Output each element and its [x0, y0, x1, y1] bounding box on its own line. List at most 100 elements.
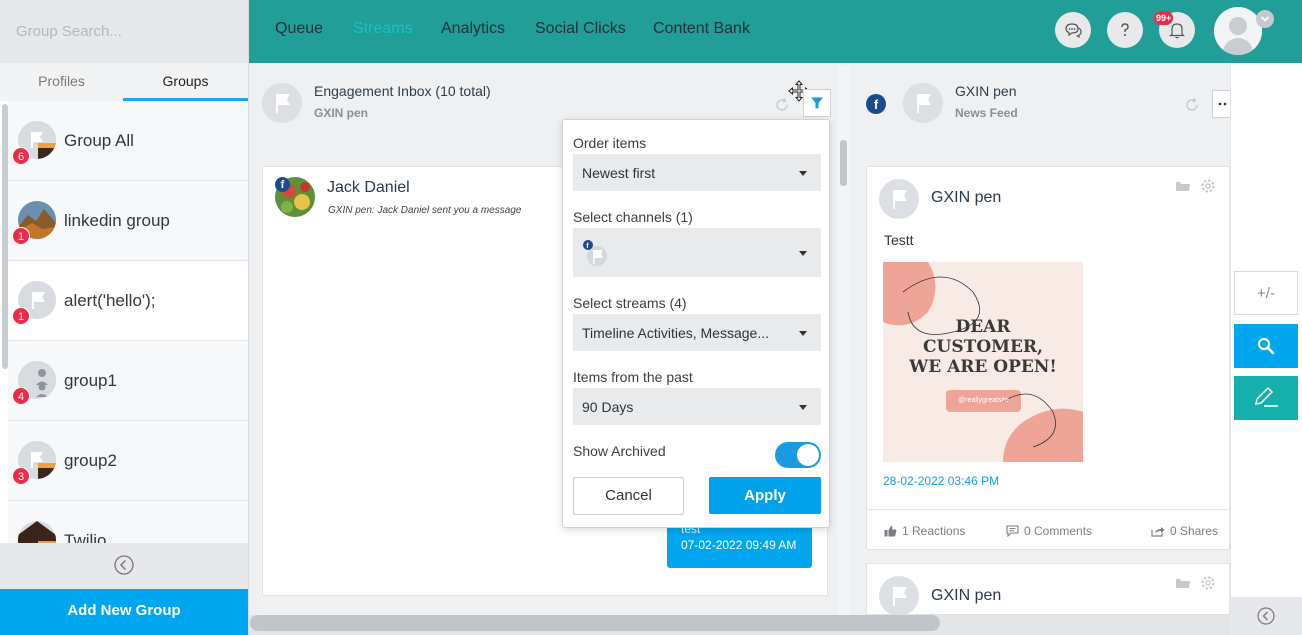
order-items-value: Newest first: [582, 164, 656, 181]
group-item-all[interactable]: 6 Group All: [8, 101, 248, 181]
group-label: Group All: [64, 131, 134, 150]
image-line-2: CUSTOMER,: [923, 337, 1043, 357]
right-strip-footer: [1230, 597, 1302, 635]
group-label: alert('hello');: [64, 291, 156, 310]
group-avatar: [18, 521, 56, 543]
group-label: group1: [64, 371, 117, 390]
caret-down-icon: [799, 170, 807, 176]
tab-profiles[interactable]: Profiles: [0, 63, 123, 101]
nav-social-clicks[interactable]: Social Clicks: [535, 20, 626, 38]
group-item-linkedin[interactable]: 1 linkedin group: [8, 181, 248, 261]
nav-queue[interactable]: Queue: [275, 20, 323, 38]
group-count-badge: 3: [12, 467, 30, 485]
group-label: linkedin group: [64, 211, 170, 230]
top-nav: Queue Streams Analytics Social Clicks Co…: [249, 0, 1302, 63]
comments-count: 0 Comments: [1024, 524, 1093, 538]
more-options-icon[interactable]: [1212, 90, 1230, 118]
pen-icon: [1255, 386, 1278, 407]
group-search-input[interactable]: Group Search...: [0, 0, 248, 63]
add-new-group-button[interactable]: Add New Group: [0, 589, 248, 635]
tab-groups[interactable]: Groups: [123, 63, 248, 101]
help-icon[interactable]: [1107, 12, 1143, 48]
group-count-badge: 1: [12, 227, 30, 245]
collapse-left-icon[interactable]: [114, 555, 134, 575]
collapse-left-icon[interactable]: [1257, 607, 1275, 625]
sender-name: Jack Daniel: [327, 179, 410, 196]
group-label: group2: [64, 451, 117, 470]
group-list: 6 Group All 1 linkedin group 1 alert('he…: [0, 101, 248, 543]
folder-icon[interactable]: [1175, 179, 1191, 193]
order-items-label: Order items: [573, 135, 647, 151]
user-avatar[interactable]: [1214, 7, 1262, 55]
post-image[interactable]: DEAR CUSTOMER, WE ARE OPEN! @reallygreat…: [883, 262, 1083, 462]
post-image-tag: @reallygreatsite: [958, 397, 1009, 404]
items-past-value: 90 Days: [582, 398, 634, 415]
chevron-down-icon[interactable]: [1256, 10, 1274, 28]
caret-down-icon: [799, 250, 807, 256]
nav-content-bank[interactable]: Content Bank: [653, 20, 750, 38]
select-channels-select[interactable]: f: [573, 228, 821, 277]
comments-button[interactable]: 0 Comments: [1006, 524, 1092, 538]
horizontal-scrollbar[interactable]: [250, 615, 940, 631]
caret-down-icon: [799, 330, 807, 336]
reactions-button[interactable]: 1 Reactions: [884, 524, 965, 538]
folder-icon[interactable]: [1175, 576, 1191, 590]
nav-streams[interactable]: Streams: [353, 20, 413, 38]
zoom-button[interactable]: +/-: [1234, 271, 1298, 315]
caret-down-icon: [799, 404, 807, 410]
group-count-badge: 1: [12, 307, 30, 325]
show-archived-toggle[interactable]: [775, 442, 821, 468]
channel-avatar: f: [582, 239, 608, 267]
settings-icon[interactable]: [1200, 178, 1216, 194]
settings-icon[interactable]: [1200, 575, 1216, 591]
group-item-group2[interactable]: 3 group2: [8, 421, 248, 501]
stream-subtitle: News Feed: [955, 106, 1018, 120]
post-author-avatar: [879, 576, 919, 616]
stream-avatar: [903, 83, 943, 123]
group-item-group1[interactable]: 4 group1: [8, 341, 248, 421]
post-text: Testt: [884, 232, 914, 248]
group-item-alert[interactable]: 1 alert('hello');: [8, 261, 248, 341]
search-icon: [1257, 337, 1275, 355]
compose-button[interactable]: [1234, 376, 1298, 420]
comment-icon: [1006, 525, 1019, 537]
select-channels-label: Select channels (1): [573, 209, 693, 225]
select-streams-label: Select streams (4): [573, 295, 687, 311]
post-image-text: DEAR CUSTOMER, WE ARE OPEN!: [883, 317, 1083, 377]
post-author: GXIN pen: [931, 189, 1002, 206]
search-button[interactable]: [1234, 324, 1298, 368]
items-past-select[interactable]: 90 Days: [573, 388, 821, 425]
stream-title: GXIN pen: [955, 83, 1017, 99]
post-author: GXIN pen: [931, 587, 1002, 604]
group-count-badge: 4: [12, 387, 30, 405]
filter-button[interactable]: [803, 89, 831, 117]
show-archived-label: Show Archived: [573, 443, 666, 459]
shares-button[interactable]: 0 Shares: [1151, 524, 1218, 538]
chat-icon[interactable]: [1055, 12, 1091, 48]
cancel-button[interactable]: Cancel: [573, 477, 684, 515]
nav-analytics[interactable]: Analytics: [441, 20, 505, 38]
sidebar-tabs: Profiles Groups: [0, 63, 248, 101]
stream-scrollbar[interactable]: [840, 140, 847, 186]
post-timestamp[interactable]: 28-02-2022 03:46 PM: [883, 474, 999, 488]
sidebar-scrollbar[interactable]: [2, 104, 8, 369]
facebook-icon: f: [866, 94, 886, 114]
order-items-select[interactable]: Newest first: [573, 154, 821, 191]
bubble-time: 07-02-2022 09:49 AM: [681, 538, 797, 552]
refresh-icon[interactable]: [1184, 97, 1200, 113]
group-item-twilio[interactable]: Twilio: [8, 501, 248, 543]
thumbs-up-icon: [884, 526, 897, 537]
divider: [867, 509, 1229, 510]
select-streams-value: Timeline Activities, Message...: [582, 324, 769, 341]
filter-dropdown: Order items Newest first Select channels…: [562, 119, 830, 528]
group-label: Twilio: [64, 531, 107, 543]
share-icon: [1151, 527, 1165, 537]
image-line-3: WE ARE OPEN!: [909, 357, 1057, 377]
items-past-label: Items from the past: [573, 369, 693, 385]
filter-icon: [811, 97, 823, 109]
apply-button[interactable]: Apply: [709, 477, 821, 514]
post-card-2[interactable]: GXIN pen: [866, 563, 1230, 616]
select-streams-select[interactable]: Timeline Activities, Message...: [573, 314, 821, 351]
sidebar-footer: [0, 543, 248, 589]
stream-title: Engagement Inbox (10 total): [314, 83, 491, 99]
